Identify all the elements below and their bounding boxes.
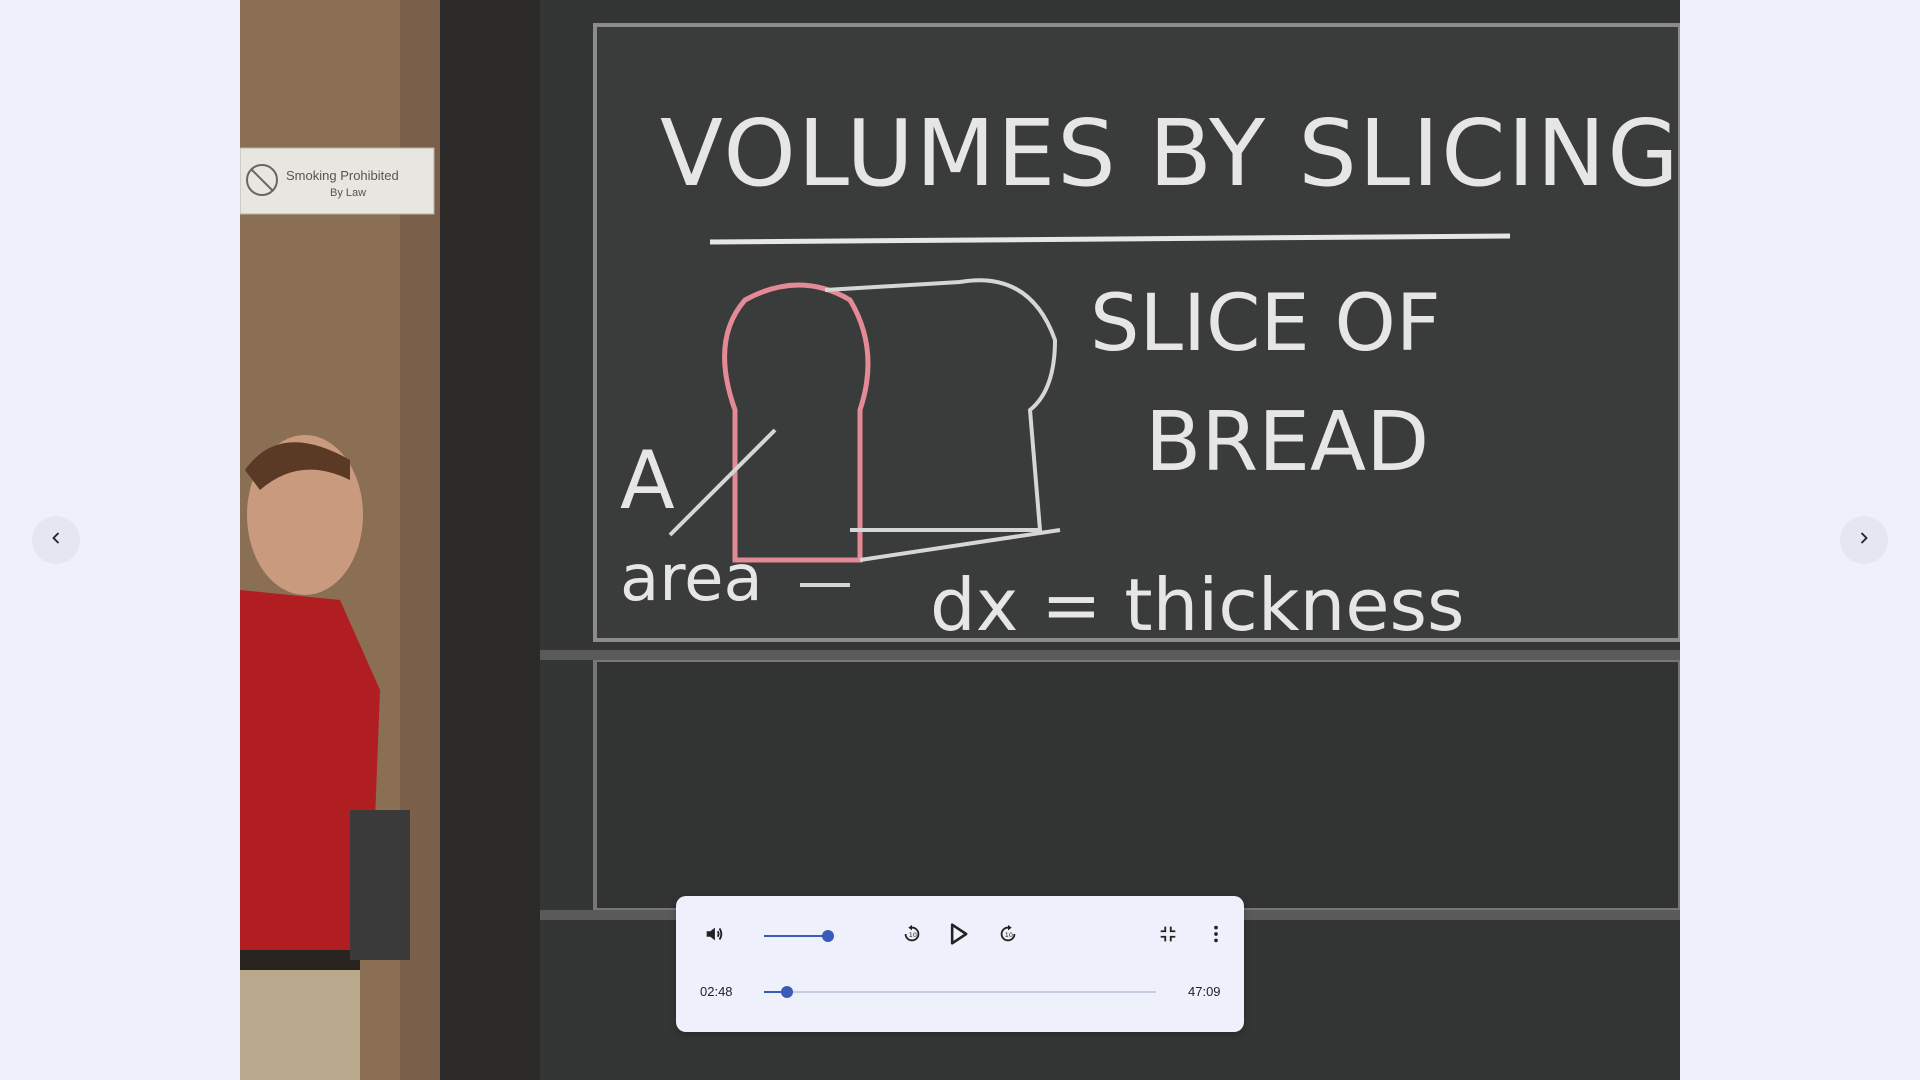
exit-fullscreen-button[interactable] [1152,920,1184,952]
board-title: VOLUMES BY SLICING [660,100,1680,207]
svg-text:10: 10 [1005,931,1013,939]
current-time: 02:48 [700,984,733,999]
player-controls: 10 10 02:48 47:09 [676,896,1244,1032]
seek-bar[interactable] [764,991,1156,993]
board-bread: BREAD [1145,395,1429,490]
play-icon [944,920,972,953]
board-area: area [620,542,763,616]
board-slice-of: SLICE OF [1090,279,1441,369]
seek-bar-handle[interactable] [781,986,794,998]
chevron-left-icon [46,528,66,553]
volume-slider-handle[interactable] [822,930,834,942]
board-dx: dx = thickness [930,563,1465,647]
board-a: A [620,434,675,527]
forward-10-button[interactable]: 10 [992,920,1024,952]
more-vert-icon [1205,923,1227,950]
replay-10-icon: 10 [901,923,923,950]
exit-fullscreen-icon [1157,923,1179,950]
forward-10-icon: 10 [997,923,1019,950]
volume-icon [703,923,725,950]
volume-slider-track[interactable] [764,935,828,937]
svg-text:10: 10 [909,931,917,939]
rewind-10-button[interactable]: 10 [896,920,928,952]
next-button[interactable] [1840,516,1888,564]
volume-button[interactable] [698,920,730,952]
chevron-right-icon [1854,528,1874,553]
sign-line-1: Smoking Prohibited [286,168,399,183]
sign-line-2: By Law [330,187,366,199]
duration: 47:09 [1188,984,1221,999]
play-button[interactable] [940,918,976,954]
previous-button[interactable] [32,516,80,564]
more-options-button[interactable] [1200,920,1232,952]
